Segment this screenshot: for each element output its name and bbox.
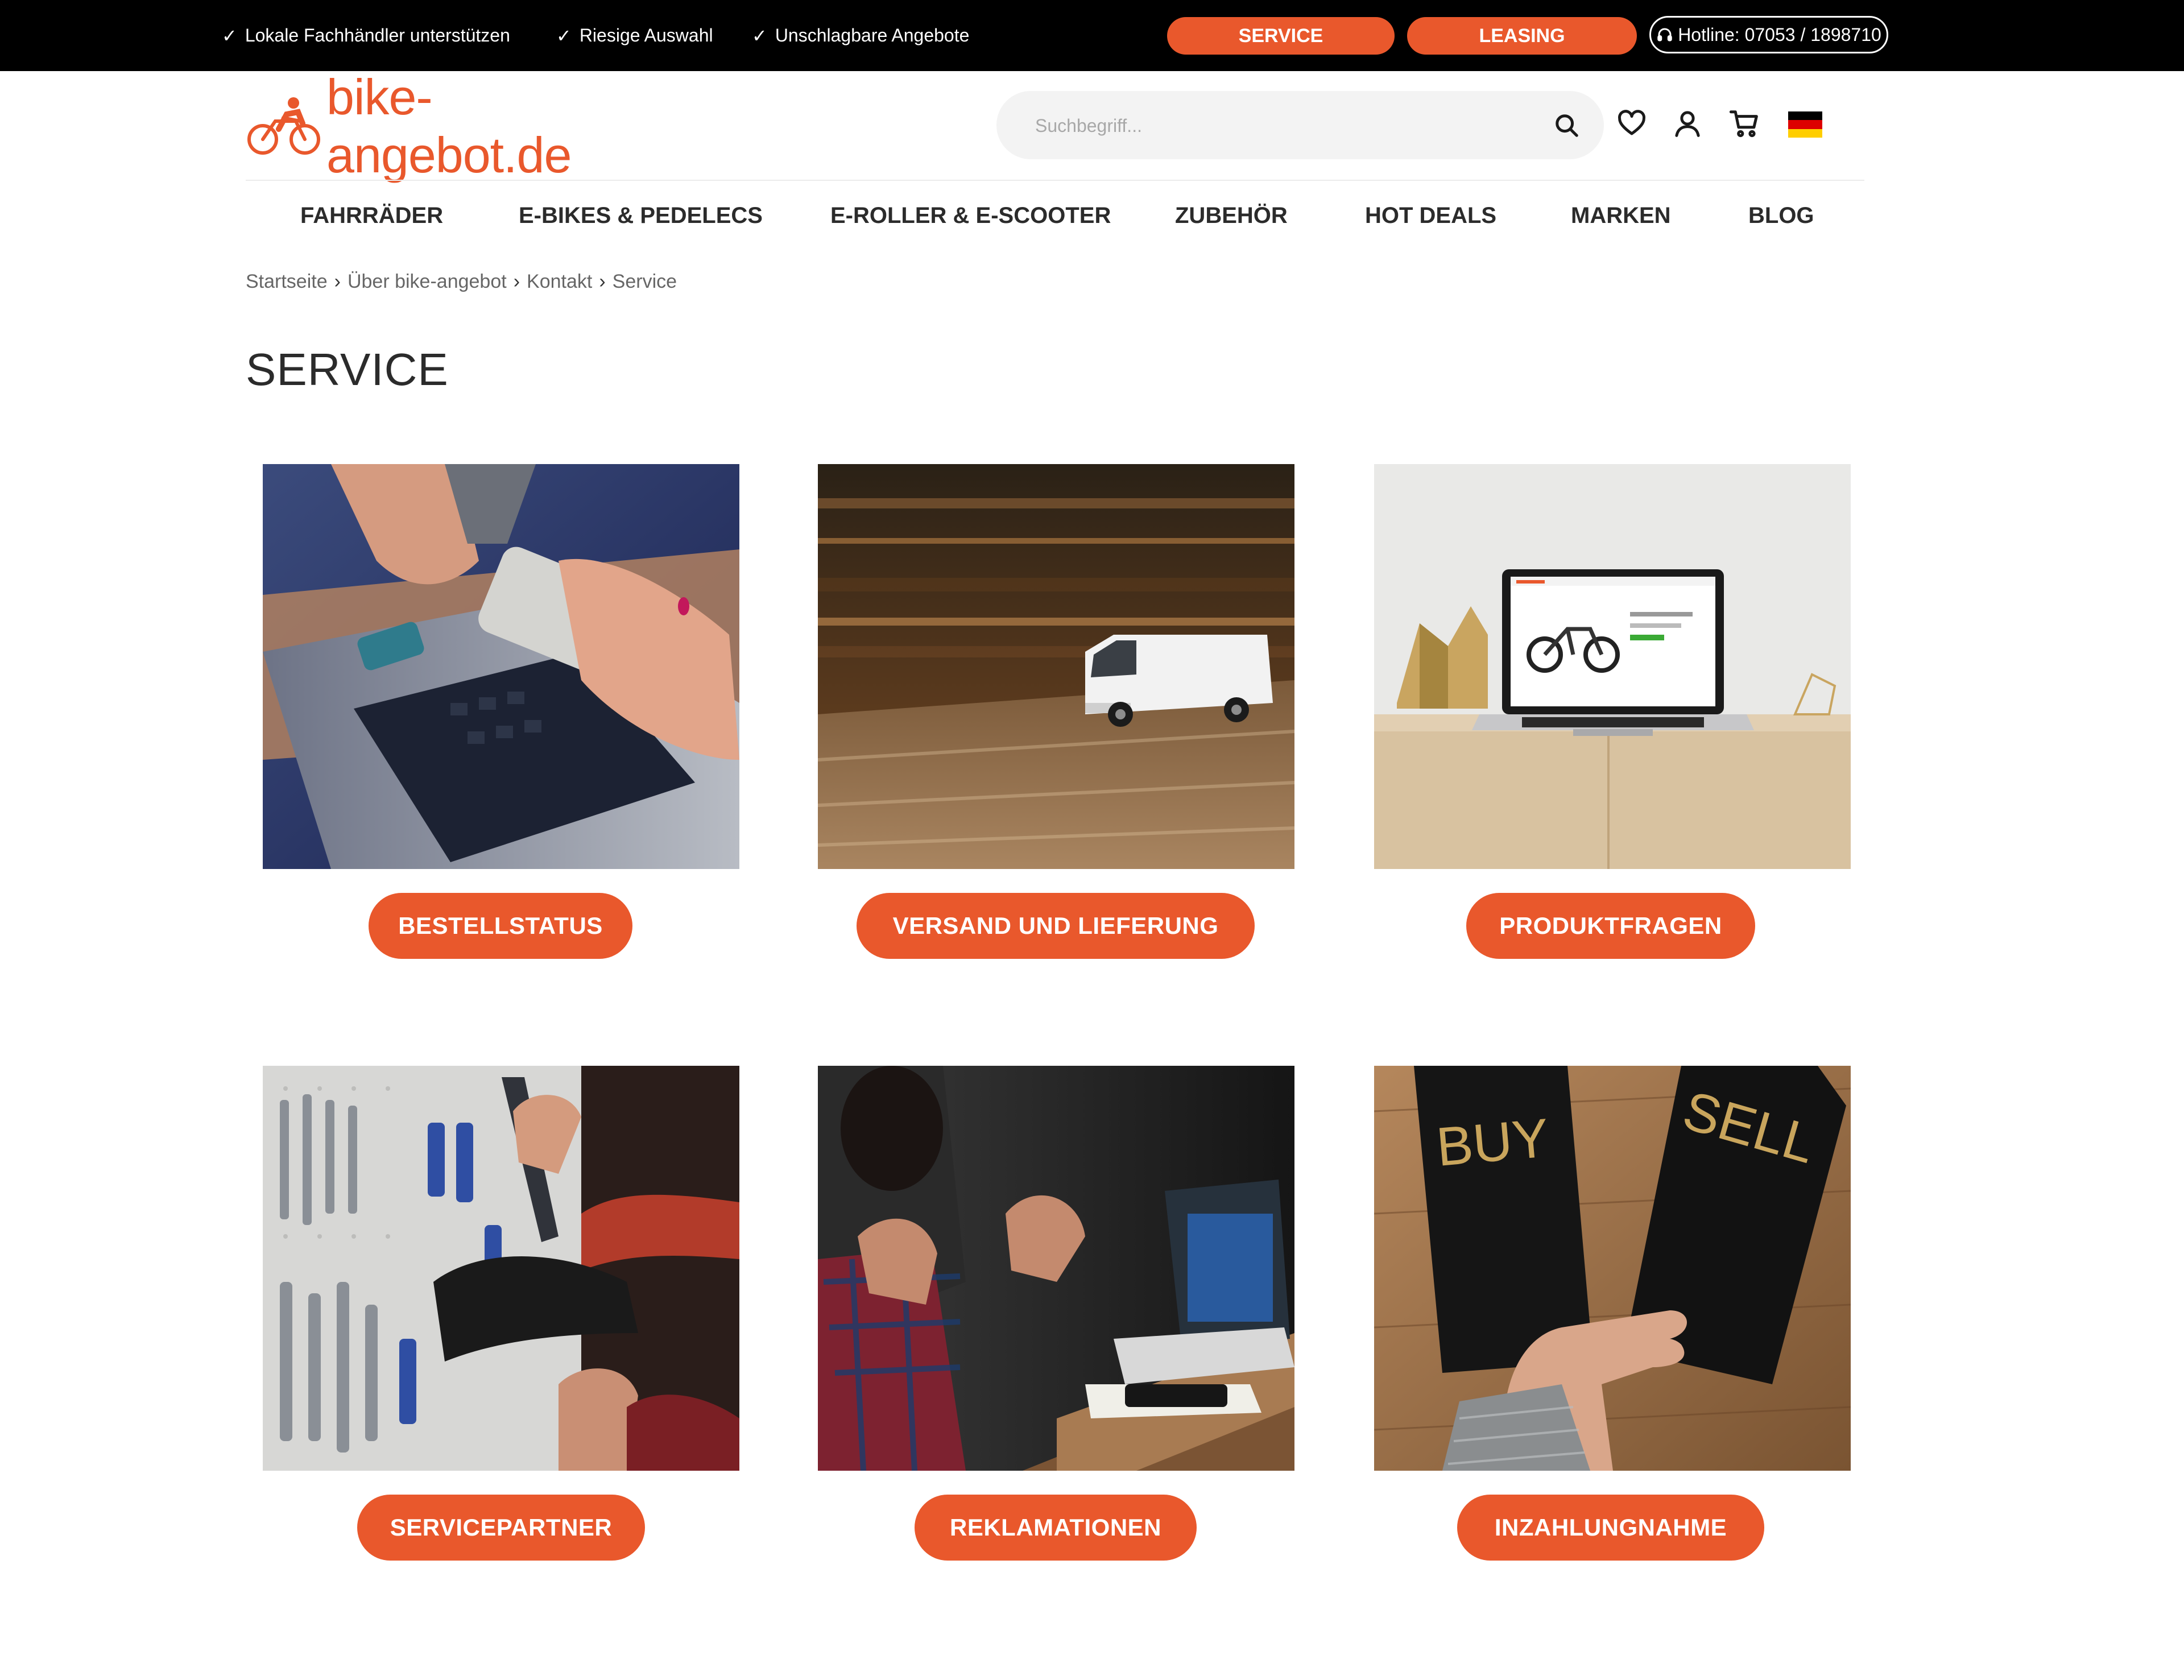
tile-image-produktfragen[interactable] <box>1374 464 1851 869</box>
headset-icon <box>1657 28 1672 42</box>
hotline-button[interactable]: Hotline: 07053 / 1898710 <box>1649 16 1888 53</box>
breadcrumb-item-startseite[interactable]: Startseite <box>246 271 328 293</box>
tile-image-reklamationen[interactable] <box>818 1066 1294 1471</box>
nav-item-e-roller-e-scooter[interactable]: E-ROLLER & E-SCOOTER <box>830 191 1111 240</box>
hotline-text: Hotline: 07053 / 1898710 <box>1678 24 1881 45</box>
chevron-right-icon: › <box>513 270 520 292</box>
breadcrumb: Startseite › Über bike-angebot › Kontakt… <box>246 267 677 296</box>
usp-item-selection: ✓ Riesige Auswahl <box>556 0 713 71</box>
breadcrumb-item-kontakt[interactable]: Kontakt <box>527 271 592 293</box>
search-icon[interactable] <box>1554 113 1580 139</box>
cyclist-logo-icon <box>247 97 320 155</box>
nav-item-hot-deals[interactable]: HOT DEALS <box>1365 191 1496 240</box>
checkmark-icon: ✓ <box>222 25 237 46</box>
produktfragen-button[interactable]: PRODUKTFRAGEN <box>1466 893 1755 959</box>
tile-image-inzahlungnahme[interactable]: BUY SELL <box>1374 1066 1851 1471</box>
breadcrumb-item-current: Service <box>612 270 677 292</box>
site-logo[interactable]: bike-angebot.de <box>246 69 638 183</box>
chevron-right-icon: › <box>334 270 341 292</box>
chevron-right-icon: › <box>599 270 606 292</box>
nav-item-zubehoer[interactable]: ZUBEHÖR <box>1175 191 1288 240</box>
leasing-button[interactable]: LEASING <box>1407 17 1637 55</box>
nav-item-blog[interactable]: BLOG <box>1748 191 1814 240</box>
heart-icon[interactable] <box>1616 108 1647 139</box>
german-flag-icon[interactable] <box>1788 111 1822 138</box>
buy-card-text: BUY <box>1434 1107 1551 1178</box>
reklamationen-button[interactable]: REKLAMATIONEN <box>915 1495 1197 1561</box>
inzahlungnahme-button[interactable]: INZAHLUNGNAHME <box>1457 1495 1764 1561</box>
search-input[interactable] <box>1034 91 1537 160</box>
usp-label: Unschlagbare Angebote <box>775 25 970 45</box>
nav-item-e-bikes-pedelecs[interactable]: E-BIKES & PEDELECS <box>519 191 763 240</box>
checkmark-icon: ✓ <box>752 25 767 46</box>
header-divider <box>246 180 1864 181</box>
usp-label: Riesige Auswahl <box>579 25 713 45</box>
tile-image-bestellstatus[interactable] <box>263 464 739 869</box>
checkmark-icon: ✓ <box>556 25 572 46</box>
usp-item-offers: ✓ Unschlagbare Angebote <box>752 0 969 71</box>
logo-text: bike-angebot.de <box>326 69 572 183</box>
tile-image-servicepartner[interactable] <box>263 1066 739 1471</box>
versand-und-lieferung-button[interactable]: VERSAND UND LIEFERUNG <box>857 893 1255 959</box>
top-bar: ✓ Lokale Fachhändler unterstützen ✓ Ries… <box>0 0 2184 71</box>
nav-item-fahrraeder[interactable]: FAHRRÄDER <box>300 191 443 240</box>
nav-item-marken[interactable]: MARKEN <box>1571 191 1671 240</box>
breadcrumb-item-ueber[interactable]: Über bike-angebot <box>348 271 507 293</box>
bestellstatus-button[interactable]: BESTELLSTATUS <box>369 893 632 959</box>
service-button[interactable]: SERVICE <box>1167 17 1395 55</box>
page-title: SERVICE <box>246 344 449 395</box>
servicepartner-button[interactable]: SERVICEPARTNER <box>357 1495 645 1561</box>
usp-label: Lokale Fachhändler unterstützen <box>245 25 510 45</box>
tile-image-versand[interactable] <box>818 464 1294 869</box>
usp-item-local-dealers: ✓ Lokale Fachhändler unterstützen <box>222 0 510 71</box>
user-icon[interactable] <box>1672 108 1703 139</box>
search-bar <box>996 91 1604 160</box>
cart-icon[interactable] <box>1729 108 1760 139</box>
